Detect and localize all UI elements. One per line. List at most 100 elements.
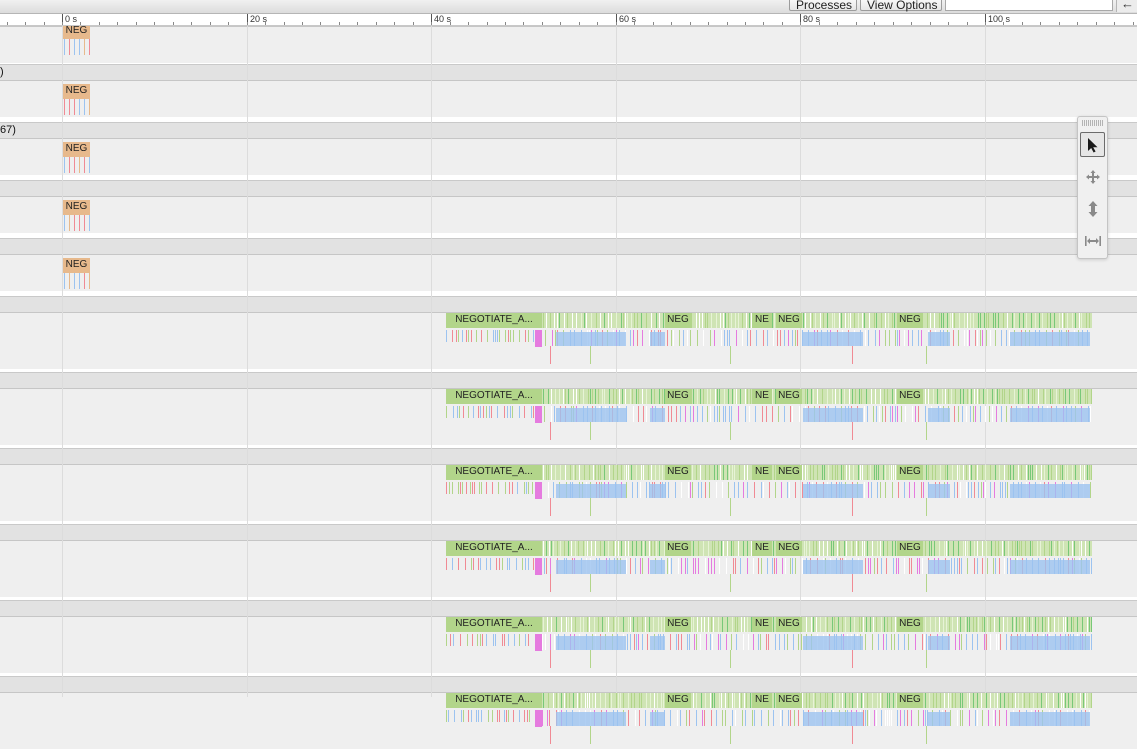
sub-slice-cluster[interactable]: [928, 408, 950, 422]
slice-mark[interactable]: [976, 617, 977, 632]
sub-slice[interactable]: [792, 558, 793, 574]
slice-mark[interactable]: [560, 541, 561, 556]
slice-mark[interactable]: [1042, 313, 1043, 328]
sub-slice-cluster[interactable]: [556, 712, 626, 726]
sub-slice[interactable]: [912, 406, 913, 422]
slice-mark[interactable]: [598, 617, 599, 632]
sub-slice[interactable]: [919, 558, 920, 574]
sub-slice[interactable]: [990, 330, 991, 346]
slice-mark[interactable]: [1080, 693, 1081, 708]
slice-mark[interactable]: [848, 313, 849, 328]
sub-slice[interactable]: [508, 634, 509, 646]
sub-slice-magenta[interactable]: [535, 482, 542, 499]
sub-slice[interactable]: [467, 634, 468, 646]
slice-mark[interactable]: [827, 617, 828, 632]
slice-mark[interactable]: [832, 389, 833, 404]
sub-slice[interactable]: [635, 710, 636, 726]
slice-mark[interactable]: [584, 313, 585, 328]
sub-slice[interactable]: [787, 482, 788, 498]
sub-slice-deep[interactable]: [590, 422, 591, 440]
sub-slice-cluster[interactable]: [1010, 408, 1090, 422]
slice-mark[interactable]: [1022, 389, 1023, 404]
slice-mark[interactable]: [592, 389, 593, 404]
slice-mark[interactable]: [954, 313, 955, 328]
slice-mark[interactable]: [1033, 693, 1034, 708]
sub-slice[interactable]: [64, 215, 65, 231]
sub-slice[interactable]: [493, 634, 494, 646]
sub-slice[interactable]: [795, 482, 796, 498]
sub-slice[interactable]: [89, 99, 90, 115]
slice-mark[interactable]: [558, 693, 559, 708]
slice-mark[interactable]: [1091, 389, 1092, 404]
slice-mark[interactable]: [984, 313, 985, 328]
slice-mark[interactable]: [600, 693, 601, 708]
sub-slice[interactable]: [911, 710, 912, 726]
sub-slice[interactable]: [784, 406, 785, 422]
sub-slice[interactable]: [960, 710, 961, 726]
sub-slice[interactable]: [876, 710, 877, 726]
sub-slice-cluster[interactable]: [1010, 636, 1090, 650]
sub-slice[interactable]: [754, 482, 755, 498]
sub-slice[interactable]: [923, 710, 924, 726]
sub-slice[interactable]: [990, 634, 991, 650]
slice-mark[interactable]: [820, 617, 821, 632]
slice-mark[interactable]: [1039, 313, 1040, 328]
slice-mark[interactable]: [693, 693, 694, 708]
slice-mark[interactable]: [735, 313, 736, 328]
sub-slice-deep[interactable]: [590, 346, 591, 364]
sub-slice[interactable]: [897, 710, 898, 726]
slice-mark[interactable]: [632, 389, 633, 404]
slice-mark[interactable]: [997, 693, 998, 708]
slice-mark[interactable]: [834, 617, 835, 632]
slice-mark[interactable]: [1025, 389, 1026, 404]
sub-slice-deep[interactable]: [852, 650, 853, 668]
slice-mark[interactable]: [720, 313, 721, 328]
slice-negotiate[interactable]: NEG: [665, 465, 691, 480]
sub-slice[interactable]: [517, 482, 518, 494]
slice-mark[interactable]: [931, 541, 932, 556]
slice-mark[interactable]: [867, 465, 868, 480]
slice-mark[interactable]: [1019, 313, 1020, 328]
sub-slice[interactable]: [788, 710, 789, 726]
slice-mark[interactable]: [1072, 541, 1073, 556]
slice-mark[interactable]: [1087, 465, 1088, 480]
slice-mark[interactable]: [548, 465, 549, 480]
slice-mark[interactable]: [1089, 313, 1090, 328]
sub-slice[interactable]: [711, 558, 712, 574]
slice-mark[interactable]: [1022, 693, 1023, 708]
slice-mark[interactable]: [727, 465, 728, 480]
sub-slice[interactable]: [681, 482, 682, 498]
slice-mark[interactable]: [1015, 541, 1016, 556]
sub-slice[interactable]: [918, 330, 919, 346]
slice-mark[interactable]: [583, 541, 584, 556]
slice-mark[interactable]: [740, 389, 741, 404]
slice-mark[interactable]: [745, 389, 746, 404]
slice-mark[interactable]: [587, 541, 588, 556]
sub-slice[interactable]: [690, 330, 691, 346]
pan-tool-button[interactable]: [1080, 164, 1105, 189]
slice-mark[interactable]: [1035, 617, 1036, 632]
sub-slice[interactable]: [977, 634, 978, 650]
slice-mark[interactable]: [697, 389, 698, 404]
slice-mark[interactable]: [551, 465, 552, 480]
slice-mark[interactable]: [806, 693, 807, 708]
sub-slice[interactable]: [630, 634, 631, 650]
sub-slice[interactable]: [698, 558, 699, 574]
slice-negotiate[interactable]: NEG: [897, 313, 923, 328]
sub-slice[interactable]: [519, 710, 520, 722]
sub-slice[interactable]: [678, 558, 679, 574]
slice-mark[interactable]: [590, 389, 591, 404]
sub-slice[interactable]: [446, 558, 447, 570]
slice-neg[interactable]: NEG: [63, 24, 90, 39]
sub-slice[interactable]: [980, 406, 981, 422]
slice-mark[interactable]: [636, 465, 637, 480]
sub-slice[interactable]: [525, 558, 526, 570]
slice-negotiate[interactable]: NEG: [776, 541, 802, 556]
sub-slice[interactable]: [64, 39, 65, 55]
sub-slice[interactable]: [446, 482, 447, 494]
slice-mark[interactable]: [1034, 389, 1035, 404]
slice-mark[interactable]: [662, 465, 663, 480]
sub-slice[interactable]: [459, 406, 460, 418]
sub-slice[interactable]: [914, 482, 915, 498]
slice-mark[interactable]: [884, 389, 885, 404]
